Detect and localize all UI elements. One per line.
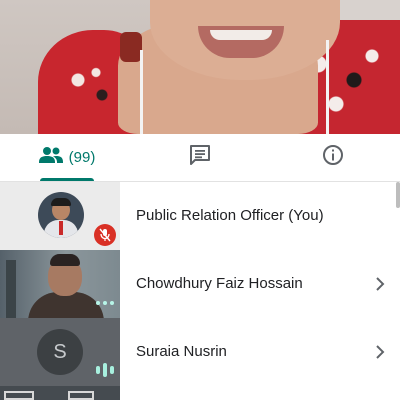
tab-info[interactable] [266, 134, 400, 181]
video-scarf-pattern-left [60, 60, 120, 110]
scrollbar[interactable] [396, 182, 400, 208]
tab-people-count: (99) [68, 149, 96, 166]
video-teeth [210, 30, 272, 40]
participant-thumbnail [0, 386, 120, 400]
participant-row[interactable]: S Suraia Nusrin [0, 318, 400, 386]
side-panel-tabs: (99) [0, 134, 400, 182]
participant-row[interactable]: Chowdhury Faiz Hossain [0, 250, 400, 318]
tab-chat[interactable] [134, 134, 266, 181]
chat-icon [189, 144, 211, 171]
mic-off-icon [94, 224, 116, 246]
chevron-right-icon[interactable] [372, 275, 388, 293]
participant-thumbnail: S [0, 318, 120, 386]
video-earphone-wire-right [326, 40, 329, 134]
participant-list: Public Relation Officer (You) Chowdhury … [0, 182, 400, 400]
active-tab-indicator [40, 178, 94, 181]
avatar-initial: S [37, 329, 83, 375]
participant-thumbnail [0, 250, 120, 318]
speaking-indicator-icon [96, 363, 114, 377]
participant-name: Public Relation Officer (You) [136, 207, 324, 224]
more-dots-icon [96, 301, 114, 305]
tab-people[interactable]: (99) [0, 134, 134, 181]
avatar [38, 192, 84, 238]
participant-name: Suraia Nusrin [136, 343, 227, 360]
info-icon [322, 144, 344, 171]
participant-name: Chowdhury Faiz Hossain [136, 275, 303, 292]
participant-thumbnail [0, 182, 120, 250]
main-video-feed[interactable] [0, 0, 400, 134]
participant-row[interactable]: Public Relation Officer (You) [0, 182, 400, 250]
video-earphone-wire-left [140, 50, 143, 134]
video-bottle [120, 32, 142, 62]
participant-row[interactable] [0, 386, 400, 400]
people-icon [38, 146, 63, 169]
chevron-right-icon[interactable] [372, 343, 388, 361]
